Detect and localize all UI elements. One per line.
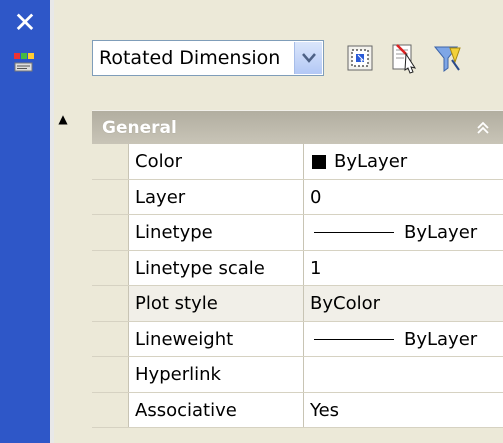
property-name-cell[interactable]: Associative <box>128 392 304 427</box>
quick-select-icon <box>392 44 417 74</box>
property-name-cell[interactable]: Linetype scale <box>128 250 304 285</box>
property-row[interactable]: Linetype ByLayer <box>92 215 503 251</box>
property-row[interactable]: Lineweight ByLayer <box>92 321 503 357</box>
group-title: General <box>102 118 177 138</box>
property-name: Linetype <box>135 222 213 243</box>
sidebar-collapse-strip: ▲ <box>54 108 72 443</box>
row-gutter <box>92 250 128 285</box>
object-type-select[interactable]: Rotated Dimension <box>92 40 324 76</box>
property-value: ByColor <box>310 293 380 314</box>
close-icon[interactable]: ✕ <box>10 8 40 38</box>
property-value: Yes <box>310 399 340 421</box>
general-group-header[interactable]: General <box>92 110 503 145</box>
property-row[interactable]: Plot style ByColor <box>92 286 503 322</box>
property-name: Plot style <box>135 293 218 314</box>
property-value: ByLayer <box>404 222 478 243</box>
property-name-cell[interactable]: Color <box>128 144 304 179</box>
properties-palette-icon[interactable] <box>12 50 36 74</box>
row-gutter <box>92 286 128 321</box>
properties-panel: Rotated Dimension ▲ General Color ByLaye… <box>54 0 503 443</box>
select-objects-button[interactable] <box>344 40 378 76</box>
line-sample-icon <box>314 338 394 340</box>
property-rows: Color ByLayer Layer 0 Linetype ByLayer Linetyp… <box>92 144 503 428</box>
property-value-cell[interactable]: ByLayer <box>304 144 503 179</box>
property-name-cell[interactable]: Linetype <box>128 215 304 250</box>
select-objects-icon <box>347 45 373 71</box>
property-value-cell[interactable]: ByColor <box>304 286 503 321</box>
property-name: Lineweight <box>135 328 234 350</box>
property-row[interactable]: Linetype scale 1 <box>92 250 503 286</box>
property-row[interactable]: Color ByLayer <box>92 144 503 180</box>
filter-select-icon <box>433 46 461 72</box>
property-value-cell[interactable]: ByLayer <box>304 321 503 356</box>
color-swatch-icon <box>312 155 326 169</box>
line-sample-icon <box>314 232 394 233</box>
property-name-cell[interactable]: Hyperlink <box>128 357 304 392</box>
object-type-value: Rotated Dimension <box>99 47 281 69</box>
property-name-cell[interactable]: Layer <box>128 179 304 214</box>
row-gutter <box>92 179 128 214</box>
quick-select-button[interactable] <box>388 40 422 76</box>
property-name: Color <box>135 151 182 172</box>
property-value: ByLayer <box>404 328 478 350</box>
property-name: Linetype scale <box>135 257 265 279</box>
property-row[interactable]: Layer 0 <box>92 179 503 215</box>
row-gutter <box>92 392 128 427</box>
row-gutter <box>92 357 128 392</box>
quick-filter-button[interactable] <box>430 40 464 76</box>
properties-toolbar: Rotated Dimension <box>54 0 503 108</box>
palette-titlebar[interactable]: ✕ <box>0 0 50 443</box>
property-value: ByLayer <box>334 151 408 172</box>
general-property-group: General Color ByLayer Layer 0 Linetype ByLaye… <box>92 110 503 443</box>
property-row[interactable]: Associative Yes <box>92 392 503 428</box>
property-name: Associative <box>135 399 237 421</box>
row-gutter <box>92 321 128 356</box>
collapse-group-icon[interactable] <box>475 120 491 136</box>
property-value: 0 <box>310 186 322 208</box>
property-name-cell[interactable]: Plot style <box>128 286 304 321</box>
property-value-cell[interactable]: 0 <box>304 179 503 214</box>
property-value: 1 <box>310 257 322 279</box>
property-name: Hyperlink <box>135 364 221 385</box>
row-gutter <box>92 215 128 250</box>
property-value-cell[interactable] <box>304 357 503 392</box>
property-row[interactable]: Hyperlink <box>92 357 503 393</box>
property-name: Layer <box>135 186 186 208</box>
row-gutter <box>92 144 128 179</box>
chevron-up-icon[interactable]: ▲ <box>56 112 70 126</box>
property-value-cell[interactable]: 1 <box>304 250 503 285</box>
chevron-down-icon[interactable] <box>294 42 322 74</box>
property-value-cell[interactable]: Yes <box>304 392 503 427</box>
property-name-cell[interactable]: Lineweight <box>128 321 304 356</box>
property-value-cell[interactable]: ByLayer <box>304 215 503 250</box>
